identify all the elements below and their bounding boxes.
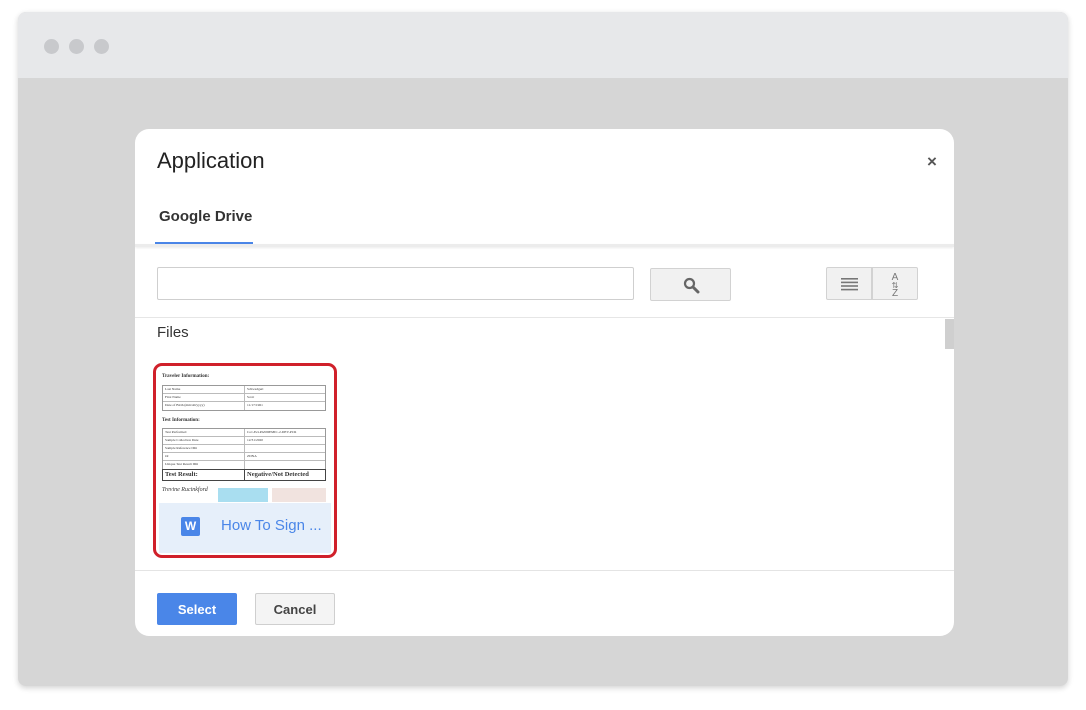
thumb-signature: Trevine Rucinkford [162, 487, 208, 493]
search-input[interactable] [157, 267, 634, 300]
file-picker-dialog: Application × Google Drive A ⇅ Z Files T… [135, 129, 954, 636]
tab-google-drive[interactable]: Google Drive [155, 195, 253, 245]
file-card[interactable]: Traveler Information: Last Name Schwedger… [153, 363, 337, 558]
files-divider [135, 317, 954, 318]
select-button[interactable]: Select [157, 593, 237, 625]
window-dot[interactable] [44, 39, 59, 54]
thumb-stamp-blue [218, 488, 268, 502]
thumb-stamp-pink [272, 488, 326, 502]
browser-window: Application × Google Drive A ⇅ Z Files T… [18, 12, 1068, 686]
search-button[interactable] [650, 268, 731, 301]
list-view-icon [841, 278, 858, 291]
thumb-traveler-table: Last Name Schwedgert First Name Scott Date… [162, 385, 326, 411]
footer-divider [135, 570, 954, 571]
close-icon[interactable]: × [921, 151, 943, 173]
word-doc-icon: W [181, 517, 200, 536]
sort-button[interactable]: A ⇅ Z [872, 267, 918, 300]
thumb-traveler-header: Traveler Information: [162, 374, 210, 379]
cancel-button[interactable]: Cancel [255, 593, 335, 625]
sort-az-icon: A ⇅ Z [891, 272, 899, 299]
section-label: Files [157, 324, 189, 341]
file-name: How To Sign ... [221, 517, 322, 534]
thumb-test-table: Test Performed Cov-Ezi-PANDEMIC-2-DEV-PCR… [162, 428, 326, 470]
window-dot[interactable] [94, 39, 109, 54]
dialog-title: Application [157, 148, 265, 173]
list-view-button[interactable] [826, 267, 872, 300]
window-titlebar [18, 12, 1068, 78]
thumb-test-result: Test Result: Negative/Not Detected [162, 469, 326, 481]
thumb-test-header: Test Information: [162, 418, 200, 423]
tab-label: Google Drive [159, 208, 253, 225]
file-thumbnail: Traveler Information: Last Name Schwedger… [162, 371, 329, 502]
search-icon [683, 277, 700, 294]
window-dot[interactable] [69, 39, 84, 54]
scrollbar-thumb[interactable] [945, 319, 954, 349]
file-card-footer[interactable]: W How To Sign ... [159, 503, 331, 553]
tab-divider [135, 244, 954, 247]
